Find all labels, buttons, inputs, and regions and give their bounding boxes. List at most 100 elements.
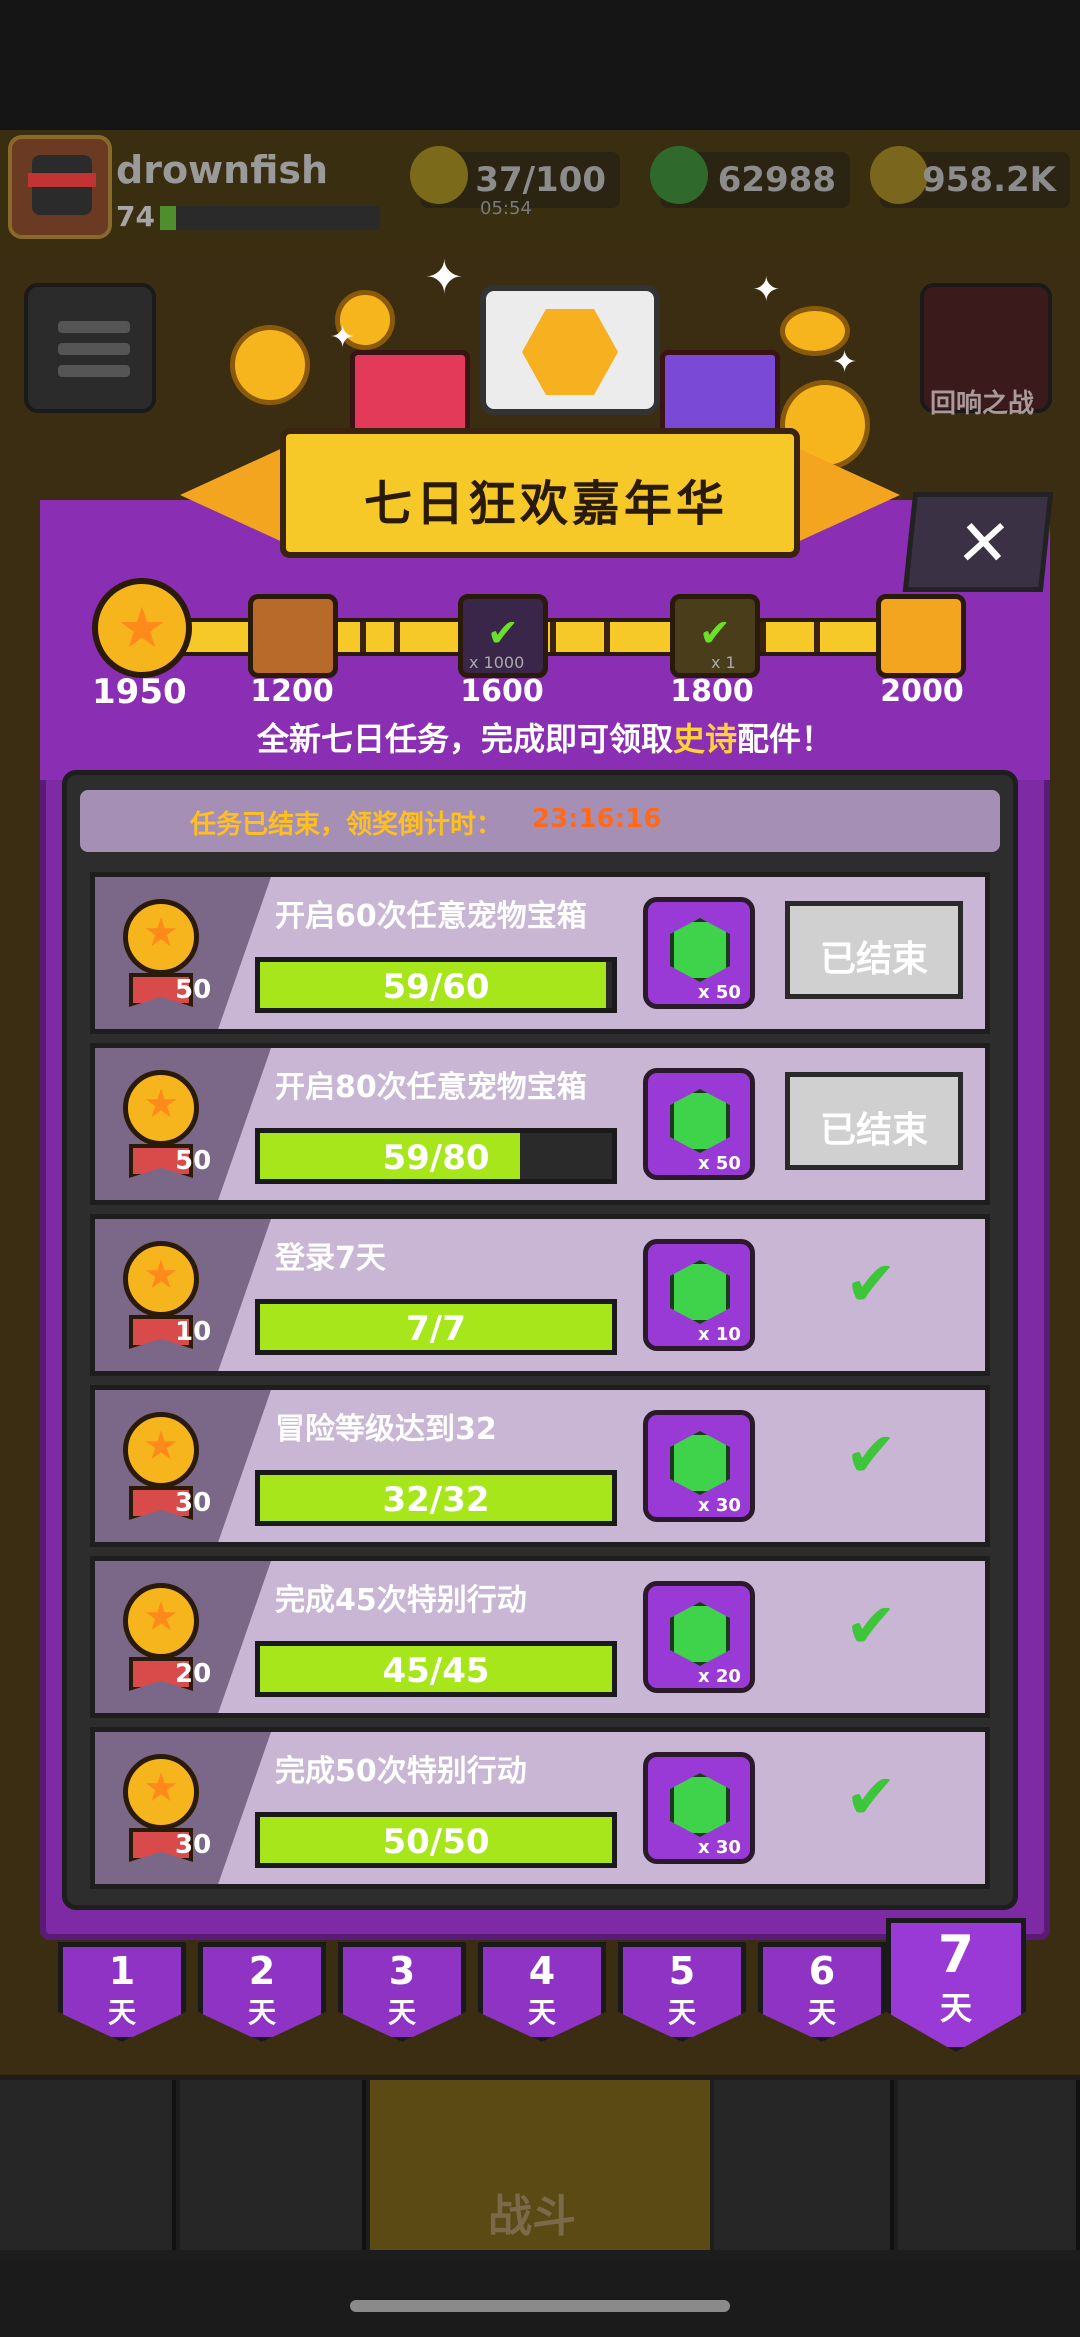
sparkle-icon: ✦ (832, 345, 858, 380)
star-icon: ★ (143, 1081, 179, 1127)
menu-icon-line (58, 365, 130, 377)
home-indicator[interactable] (350, 2300, 730, 2312)
gem-reward[interactable]: x 30 (643, 1752, 755, 1864)
menu-icon-line (58, 343, 130, 355)
task-progress-text: 32/32 (382, 1480, 490, 1520)
track-segment (394, 622, 400, 652)
nav-pet[interactable] (898, 2080, 1080, 2250)
task-progress-bar: 50/50 (255, 1812, 617, 1868)
track-segment (760, 622, 766, 652)
task-progress-bar: 32/32 (255, 1470, 617, 1526)
star-medal-icon: ★ (123, 1241, 199, 1317)
battle-label: 战斗 (488, 2191, 576, 2242)
milestone-label: 1600 (460, 674, 544, 709)
coin-decor (230, 325, 310, 405)
track-segment (550, 622, 556, 652)
ended-label: 已结束 (819, 939, 928, 980)
avatar-headband (28, 173, 96, 187)
gem-icon (670, 1602, 730, 1666)
gem-reward[interactable]: x 50 (643, 897, 755, 1009)
task-row: ★ 30 完成50次特别行动 50/50 x 30 ✔ (90, 1727, 990, 1889)
star-medal-icon: ★ (123, 1583, 199, 1659)
day-number: 7 (937, 1925, 975, 1985)
menu-icon (58, 321, 130, 333)
event-chest-icon (480, 285, 660, 415)
gem-counter[interactable]: 62988 (650, 146, 850, 208)
menu-button[interactable] (24, 283, 156, 413)
subtitle-highlight: 史诗 (672, 720, 737, 758)
reward-quantity: x 30 (698, 1837, 741, 1858)
coin-icon (870, 146, 928, 204)
completed-check-icon: ✔ (845, 1418, 897, 1491)
task-points: 50 (175, 975, 212, 1005)
task-row: ★ 50 开启60次任意宠物宝箱 59/60 x 50 已结束 (90, 872, 990, 1034)
task-progress-text: 45/45 (382, 1651, 490, 1691)
gem-icon (670, 1089, 730, 1153)
player-name: drownfish (116, 148, 329, 192)
ended-button[interactable]: 已结束 (785, 901, 963, 999)
xp-bar-fill (160, 206, 176, 230)
ended-button[interactable]: 已结束 (785, 1072, 963, 1170)
gem-reward[interactable]: x 20 (643, 1581, 755, 1693)
close-button[interactable]: ✕ (902, 492, 1054, 592)
energy-counter[interactable]: 37/100 05:54 (410, 146, 620, 219)
ended-label: 已结束 (819, 1110, 928, 1151)
reward-quantity: x 50 (698, 1153, 741, 1174)
star-icon: ★ (143, 1594, 179, 1640)
gem-icon (670, 918, 730, 982)
chest-emblem (522, 309, 618, 395)
nav-equipment[interactable] (180, 2080, 366, 2250)
task-progress-text: 50/50 (382, 1822, 490, 1862)
task-name: 登录7天 (275, 1241, 386, 1276)
gem-value: 62988 (717, 160, 836, 200)
subtitle-text: 全新七日任务，完成即可领取 (256, 720, 673, 758)
gem-icon (670, 1260, 730, 1324)
task-progress-bar: 7/7 (255, 1299, 617, 1355)
sparkle-icon: ✦ (425, 250, 464, 304)
energy-timer: 05:54 (480, 198, 532, 219)
star-medal-icon: ★ (123, 1070, 199, 1146)
close-icon: ✕ (952, 507, 1015, 581)
task-name: 开启60次任意宠物宝箱 (275, 899, 587, 934)
task-name: 开启80次任意宠物宝箱 (275, 1070, 587, 1105)
milestone-chest-1200[interactable] (248, 594, 338, 678)
star-icon: ★ (116, 596, 168, 661)
track-segment (360, 622, 366, 652)
avatar[interactable] (8, 135, 112, 239)
status-strip (0, 0, 1080, 130)
task-row: ★ 10 登录7天 7/7 x 10 ✔ (90, 1214, 990, 1376)
milestone-label: 1800 (670, 674, 754, 709)
nav-shop[interactable] (0, 2080, 176, 2250)
gem-reward[interactable]: x 10 (643, 1239, 755, 1351)
milestone-chest-2000[interactable] (876, 594, 966, 678)
milestone-claimed-1600[interactable]: ✔ x 1000 (458, 594, 548, 678)
nav-battle[interactable]: 战斗 (370, 2080, 710, 2250)
sparkle-icon: ✦ (752, 270, 781, 310)
milestone-label: 1200 (250, 674, 334, 709)
task-row: ★ 20 完成45次特别行动 45/45 x 20 ✔ (90, 1556, 990, 1718)
star-icon: ★ (143, 1423, 179, 1469)
star-medal-icon: ★ (123, 1412, 199, 1488)
gem-icon (670, 1773, 730, 1837)
coin-counter[interactable]: 958.2K (870, 146, 1070, 208)
task-progress-bar: 45/45 (255, 1641, 617, 1697)
lightning-icon (410, 146, 468, 204)
xp-bar (160, 206, 380, 230)
gem-reward[interactable]: x 30 (643, 1410, 755, 1522)
echo-battle-button[interactable]: 回响之战 (920, 283, 1052, 419)
completed-check-icon: ✔ (845, 1589, 897, 1662)
star-icon: ★ (143, 910, 179, 956)
day-number: 1 (108, 1949, 136, 1993)
track-segment (604, 622, 610, 652)
player-level: 74 (116, 200, 155, 233)
task-points: 30 (175, 1488, 212, 1518)
milestone-multiplier: x 1000 (469, 653, 525, 672)
gem-reward[interactable]: x 50 (643, 1068, 755, 1180)
milestone-claimed-1800[interactable]: ✔ x 1 (670, 594, 760, 678)
milestone-multiplier: x 1 (711, 653, 736, 672)
task-progress-bar: 59/60 (255, 957, 617, 1013)
nav-challenge[interactable] (714, 2080, 894, 2250)
reward-quantity: x 10 (698, 1324, 741, 1345)
reward-quantity: x 30 (698, 1495, 741, 1516)
reward-quantity: x 20 (698, 1666, 741, 1687)
